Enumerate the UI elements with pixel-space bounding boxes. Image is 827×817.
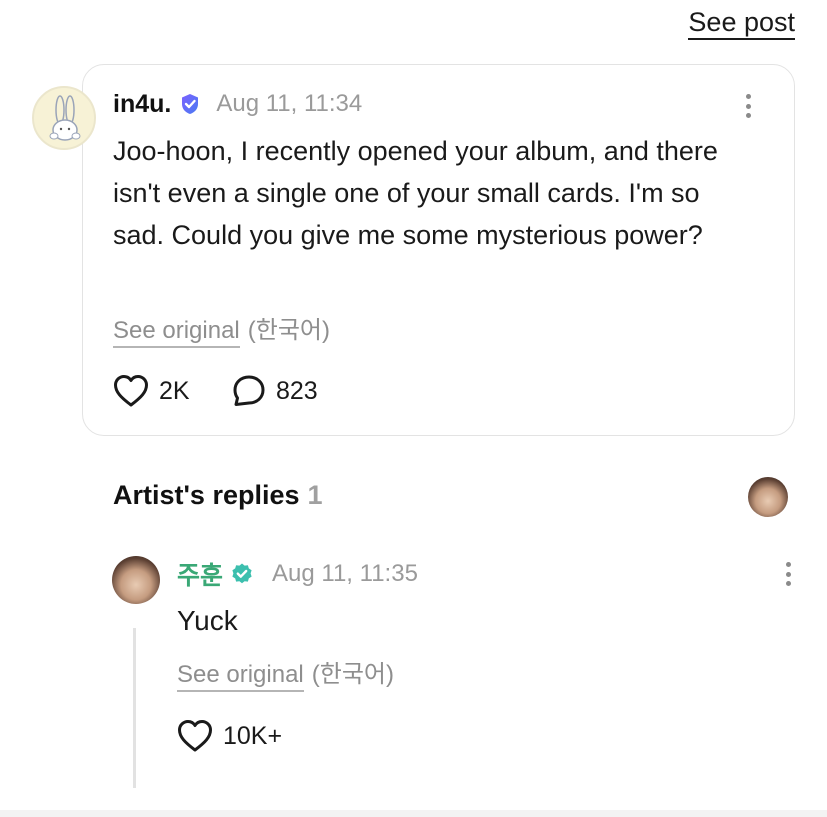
post-see-original-row: See original (한국어) [113,310,330,348]
post-timestamp: Aug 11, 11:34 [216,90,363,117]
reply-see-original-link[interactable]: See original [177,660,304,692]
reply-avatar[interactable] [112,556,160,604]
reply-username[interactable]: 주훈 [177,556,223,592]
post-header: in4u. Aug 11, 11:34 [113,86,362,122]
reply-more-options-icon[interactable] [778,559,798,589]
reply-like-button[interactable]: 10K+ [177,719,282,753]
post-like-count: 2K [159,376,190,405]
reply-header: 주훈 Aug 11, 11:35 [177,556,418,592]
post-comment-button[interactable]: 823 [232,374,318,408]
post-more-options-icon[interactable] [738,91,758,121]
comment-bubble-icon [233,375,265,406]
artist-verified-badge-icon [230,562,254,586]
heart-icon [114,375,148,407]
artist-replies-count: 1 [307,480,323,510]
reply-body-text: Yuck [177,605,238,636]
reply-see-original-row: See original (한국어) [177,654,394,692]
user-avatar[interactable] [32,86,96,150]
post-language-label: (한국어) [247,317,330,344]
artist-avatar-small[interactable] [748,477,788,517]
bottom-divider [0,810,827,817]
reply-language-label: (한국어) [311,661,394,688]
see-post-link[interactable]: See post [688,6,795,40]
artist-replies-title: Artist's replies [113,480,300,510]
post-username[interactable]: in4u. [113,90,171,119]
reply-timestamp: Aug 11, 11:35 [272,560,418,587]
heart-icon [178,720,212,752]
post-see-original-link[interactable]: See original [113,316,240,348]
reply-like-count: 10K+ [223,721,283,750]
artist-replies-heading: Artist's replies 1 [113,480,323,511]
verified-badge-icon [178,92,202,116]
post-comment-count: 823 [276,376,318,405]
page: See post in4u. Aug 11, 11:34 Joo-hoon, I… [0,0,827,817]
post-body-text: Joo-hoon, I recently opened your album, … [113,136,718,250]
reply-thread-line [133,628,136,788]
post-like-button[interactable]: 2K [113,374,190,408]
